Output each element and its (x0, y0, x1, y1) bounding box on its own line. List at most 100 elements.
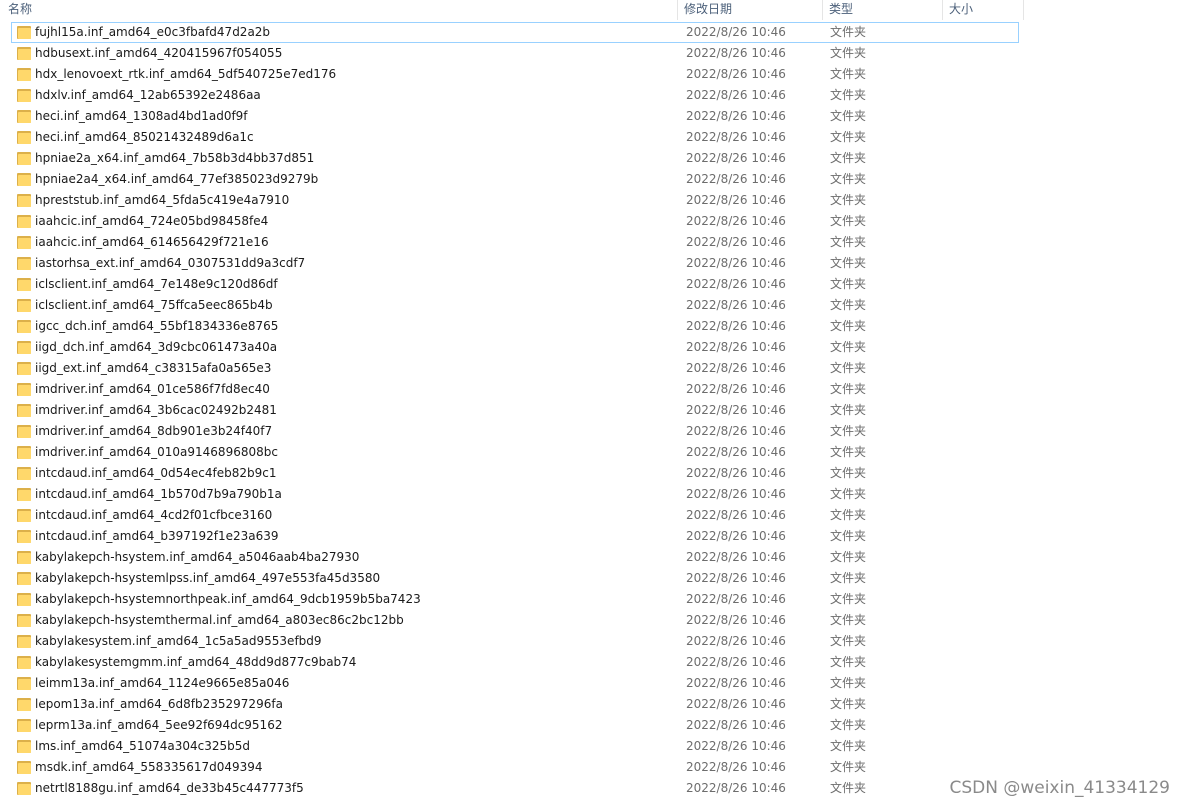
file-row[interactable]: kabylakepch-hsystemlpss.inf_amd64_497e55… (0, 568, 1186, 589)
file-row[interactable]: lepom13a.inf_amd64_6d8fb235297296fa 2022/… (0, 694, 1186, 715)
file-name: kabylakepch-hsystemlpss.inf_amd64_497e55… (35, 571, 381, 585)
file-row[interactable]: intcdaud.inf_amd64_1b570d7b9a790b1a 2022/… (0, 484, 1186, 505)
file-row[interactable]: hpniae2a4_x64.inf_amd64_77ef385023d9279b… (0, 169, 1186, 190)
file-date-modified: 2022/8/26 10:46 (686, 361, 786, 375)
file-date-modified: 2022/8/26 10:46 (686, 25, 786, 39)
file-type: 文件夹 (830, 235, 867, 249)
folder-icon (17, 320, 31, 333)
file-type: 文件夹 (830, 487, 867, 501)
file-type: 文件夹 (830, 277, 867, 291)
file-date-modified: 2022/8/26 10:46 (686, 424, 786, 438)
file-row[interactable]: kabylakesystemgmm.inf_amd64_48dd9d877c9b… (0, 652, 1186, 673)
file-type: 文件夹 (830, 781, 867, 795)
folder-icon (17, 761, 31, 774)
file-row[interactable]: kabylakepch-hsystemthermal.inf_amd64_a80… (0, 610, 1186, 631)
file-date-modified: 2022/8/26 10:46 (686, 319, 786, 333)
file-date-modified: 2022/8/26 10:46 (686, 67, 786, 81)
file-type: 文件夹 (830, 340, 867, 354)
file-row[interactable]: igcc_dch.inf_amd64_55bf1834336e8765 2022/… (0, 316, 1186, 337)
file-row[interactable]: imdriver.inf_amd64_010a9146896808bc 2022/… (0, 442, 1186, 463)
file-row[interactable]: heci.inf_amd64_85021432489d6a1c 2022/8/26… (0, 127, 1186, 148)
column-header-type[interactable]: 类型 (823, 0, 943, 20)
file-date-modified: 2022/8/26 10:46 (686, 466, 786, 480)
file-row[interactable]: hdx_lenovoext_rtk.inf_amd64_5df540725e7e… (0, 64, 1186, 85)
file-row[interactable]: iigd_dch.inf_amd64_3d9cbc061473a40a 2022/… (0, 337, 1186, 358)
folder-icon (17, 404, 31, 417)
file-row[interactable]: intcdaud.inf_amd64_4cd2f01cfbce3160 2022/… (0, 505, 1186, 526)
file-name: iigd_dch.inf_amd64_3d9cbc061473a40a (35, 340, 278, 354)
file-row[interactable]: kabylakepch-hsystemnorthpeak.inf_amd64_9… (0, 589, 1186, 610)
file-name: leprm13a.inf_amd64_5ee92f694dc95162 (35, 718, 283, 732)
file-type: 文件夹 (830, 529, 867, 543)
file-name: kabylakepch-hsystemthermal.inf_amd64_a80… (35, 613, 404, 627)
file-name: kabylakesystem.inf_amd64_1c5a5ad9553efbd… (35, 634, 322, 648)
file-name: heci.inf_amd64_1308ad4bd1ad0f9f (35, 109, 248, 123)
file-row[interactable]: hdxlv.inf_amd64_12ab65392e2486aa 2022/8/2… (0, 85, 1186, 106)
file-type: 文件夹 (830, 634, 867, 648)
file-row[interactable]: intcdaud.inf_amd64_0d54ec4feb82b9c1 2022/… (0, 463, 1186, 484)
file-date-modified: 2022/8/26 10:46 (686, 109, 786, 123)
file-row[interactable]: kabylakepch-hsystem.inf_amd64_a5046aab4b… (0, 547, 1186, 568)
file-date-modified: 2022/8/26 10:46 (686, 151, 786, 165)
folder-icon (17, 215, 31, 228)
file-type: 文件夹 (830, 298, 867, 312)
file-row[interactable]: heci.inf_amd64_1308ad4bd1ad0f9f 2022/8/26… (0, 106, 1186, 127)
file-name: kabylakepch-hsystem.inf_amd64_a5046aab4b… (35, 550, 360, 564)
folder-icon (17, 530, 31, 543)
file-row[interactable]: hpniae2a_x64.inf_amd64_7b58b3d4bb37d851 2… (0, 148, 1186, 169)
file-date-modified: 2022/8/26 10:46 (686, 634, 786, 648)
file-row[interactable]: iigd_ext.inf_amd64_c38315afa0a565e3 2022/… (0, 358, 1186, 379)
file-date-modified: 2022/8/26 10:46 (686, 487, 786, 501)
folder-icon (17, 614, 31, 627)
folder-icon (17, 194, 31, 207)
file-name: hdbusext.inf_amd64_420415967f054055 (35, 46, 283, 60)
file-row[interactable]: iclsclient.inf_amd64_75ffca5eec865b4b 202… (0, 295, 1186, 316)
column-header-name[interactable]: 名称 (0, 0, 678, 20)
file-date-modified: 2022/8/26 10:46 (686, 739, 786, 753)
file-name: imdriver.inf_amd64_01ce586f7fd8ec40 (35, 382, 270, 396)
file-row[interactable]: imdriver.inf_amd64_8db901e3b24f40f7 2022/… (0, 421, 1186, 442)
file-date-modified: 2022/8/26 10:46 (686, 193, 786, 207)
file-name: msdk.inf_amd64_558335617d049394 (35, 760, 263, 774)
file-row[interactable]: imdriver.inf_amd64_01ce586f7fd8ec40 2022/… (0, 379, 1186, 400)
file-name: lepom13a.inf_amd64_6d8fb235297296fa (35, 697, 283, 711)
file-type: 文件夹 (830, 571, 867, 585)
file-date-modified: 2022/8/26 10:46 (686, 172, 786, 186)
folder-icon (17, 152, 31, 165)
folder-icon (17, 509, 31, 522)
file-name: heci.inf_amd64_85021432489d6a1c (35, 130, 254, 144)
file-row[interactable]: iastorhsa_ext.inf_amd64_0307531dd9a3cdf7… (0, 253, 1186, 274)
column-header-size[interactable]: 大小 (943, 0, 1024, 20)
file-type: 文件夹 (830, 25, 867, 39)
file-row[interactable]: hpreststub.inf_amd64_5fda5c419e4a7910 202… (0, 190, 1186, 211)
folder-icon (17, 68, 31, 81)
file-row[interactable]: msdk.inf_amd64_558335617d049394 2022/8/26… (0, 757, 1186, 778)
file-name: iclsclient.inf_amd64_75ffca5eec865b4b (35, 298, 273, 312)
file-date-modified: 2022/8/26 10:46 (686, 340, 786, 354)
file-row[interactable]: leimm13a.inf_amd64_1124e9665e85a046 2022/… (0, 673, 1186, 694)
column-header: 名称 修改日期 类型 大小 (0, 0, 1024, 20)
file-name: intcdaud.inf_amd64_0d54ec4feb82b9c1 (35, 466, 277, 480)
file-row[interactable]: leprm13a.inf_amd64_5ee92f694dc95162 2022/… (0, 715, 1186, 736)
file-row[interactable]: hdbusext.inf_amd64_420415967f054055 2022/… (0, 43, 1186, 64)
file-row[interactable]: lms.inf_amd64_51074a304c325b5d 2022/8/26 … (0, 736, 1186, 757)
file-row[interactable]: intcdaud.inf_amd64_b397192f1e23a639 2022/… (0, 526, 1186, 547)
file-name: iaahcic.inf_amd64_724e05bd98458fe4 (35, 214, 269, 228)
file-row[interactable]: iaahcic.inf_amd64_724e05bd98458fe4 2022/8… (0, 211, 1186, 232)
file-name: iastorhsa_ext.inf_amd64_0307531dd9a3cdf7 (35, 256, 306, 270)
folder-icon (17, 488, 31, 501)
file-type: 文件夹 (830, 361, 867, 375)
folder-icon (17, 173, 31, 186)
file-row[interactable]: iaahcic.inf_amd64_614656429f721e16 2022/8… (0, 232, 1186, 253)
file-type: 文件夹 (830, 655, 867, 669)
file-row[interactable]: imdriver.inf_amd64_3b6cac02492b2481 2022/… (0, 400, 1186, 421)
file-row[interactable]: kabylakesystem.inf_amd64_1c5a5ad9553efbd… (0, 631, 1186, 652)
file-type: 文件夹 (830, 88, 867, 102)
file-name: intcdaud.inf_amd64_1b570d7b9a790b1a (35, 487, 282, 501)
file-name: imdriver.inf_amd64_010a9146896808bc (35, 445, 278, 459)
file-row[interactable]: iclsclient.inf_amd64_7e148e9c120d86df 202… (0, 274, 1186, 295)
file-row[interactable]: fujhl15a.inf_amd64_e0c3fbafd47d2a2b 2022/… (0, 22, 1186, 43)
file-name: iaahcic.inf_amd64_614656429f721e16 (35, 235, 269, 249)
column-header-date-modified[interactable]: 修改日期 (678, 0, 823, 20)
file-date-modified: 2022/8/26 10:46 (686, 760, 786, 774)
